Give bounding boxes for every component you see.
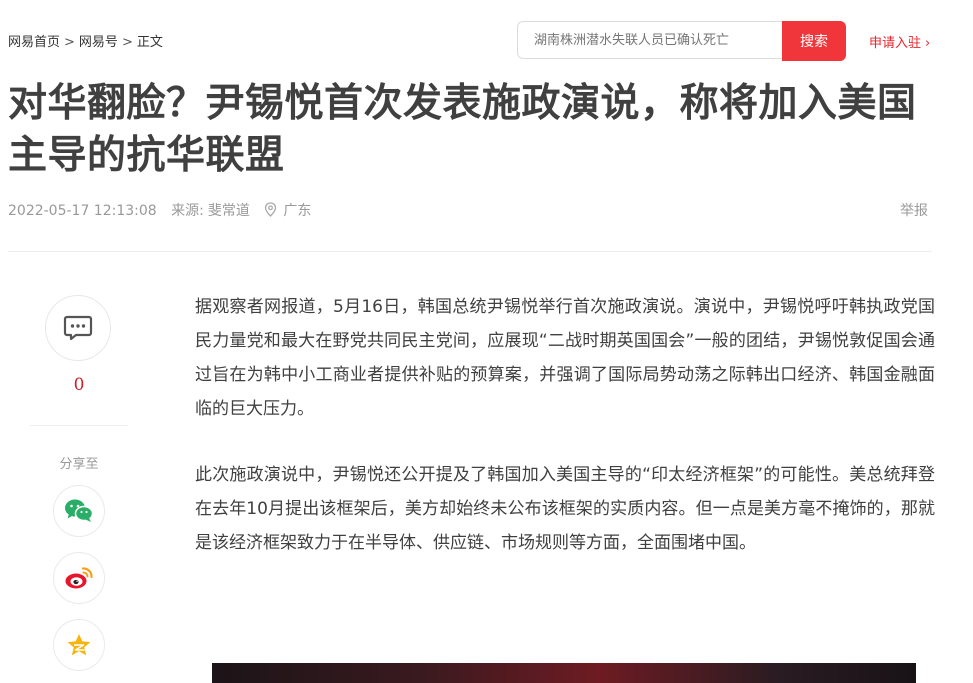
source-link[interactable]: 斐常道 xyxy=(208,203,250,219)
share-label: 分享至 xyxy=(59,457,99,472)
report-link[interactable]: 举报 xyxy=(900,200,928,220)
wechat-icon xyxy=(65,499,94,522)
sidebar-divider xyxy=(30,425,128,426)
article-meta: 2022-05-17 12:13:08 来源: 斐常道 广东 xyxy=(8,200,331,220)
header-divider xyxy=(8,251,932,252)
breadcrumb-current: 正文 xyxy=(136,35,163,50)
publish-datetime: 2022-05-17 12:13:08 xyxy=(8,203,157,219)
article-image xyxy=(212,663,916,683)
apply-join-label: 申请入驻 xyxy=(869,36,922,51)
source-label: 来源: xyxy=(171,203,204,219)
search-input[interactable] xyxy=(517,21,783,59)
share-qzone-button[interactable] xyxy=(53,619,105,671)
breadcrumb-separator: > xyxy=(121,35,133,50)
location-info: 广东 xyxy=(264,202,321,219)
location-pin-icon xyxy=(265,202,277,217)
breadcrumb-section-link[interactable]: 网易号 xyxy=(79,35,118,50)
source-info: 来源: 斐常道 xyxy=(171,203,250,219)
location-text: 广东 xyxy=(283,203,312,219)
comment-count[interactable]: 0 xyxy=(30,375,128,395)
share-wechat-button[interactable] xyxy=(53,485,105,537)
share-weibo-button[interactable] xyxy=(53,552,105,604)
chevron-right-icon: › xyxy=(925,36,931,51)
breadcrumb-home-link[interactable]: 网易首页 xyxy=(8,35,60,50)
article-paragraph: 此次施政演说中，尹锡悦还公开提及了韩国加入美国主导的“印太经济框架”的可能性。美… xyxy=(195,465,935,553)
breadcrumb-separator: > xyxy=(64,35,75,50)
article-title: 对华翻脸？尹锡悦首次发表施政演说，称将加入美国主导的抗华联盟 xyxy=(8,81,917,178)
search-bar: 搜索 xyxy=(517,21,847,61)
comment-icon xyxy=(63,315,93,341)
article-paragraph: 据观察者网报道，5月16日，韩国总统尹锡悦举行首次施政演说。演说中，尹锡悦呼吁韩… xyxy=(195,297,935,419)
search-button[interactable]: 搜索 xyxy=(782,21,846,61)
qzone-icon xyxy=(67,634,91,656)
top-bar: 网易首页>网易号>正文 搜索 申请入驻› xyxy=(0,0,973,80)
article-body: 据观察者网报道，5月16日，韩国总统尹锡悦举行首次施政演说。演说中，尹锡悦呼吁韩… xyxy=(195,290,935,592)
comment-button[interactable] xyxy=(45,295,111,361)
apply-join-link[interactable]: 申请入驻 › xyxy=(869,32,930,51)
weibo-icon xyxy=(65,567,93,589)
breadcrumb: 网易首页 > 网易号 > 正文 xyxy=(8,31,163,50)
